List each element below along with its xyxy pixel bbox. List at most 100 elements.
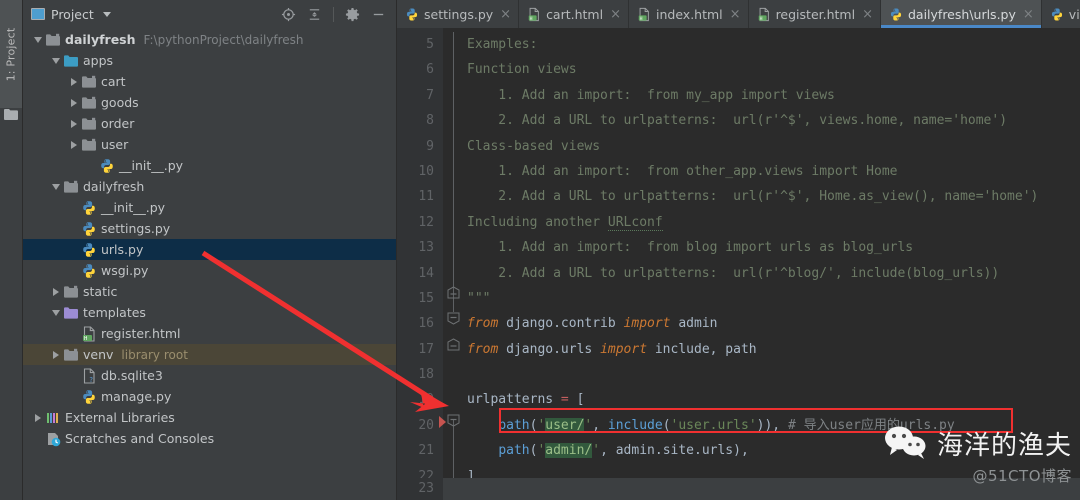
tree-item-user[interactable]: user [23,134,396,155]
editor-tab-bar[interactable]: settings.py × Hcart.html × Hindex.html × Hregi… [397,0,1080,28]
project-panel-title-group[interactable]: Project [31,7,111,22]
editor-tab-cart-html[interactable]: Hcart.html × [519,0,629,28]
tree-item-wsgi-py[interactable]: wsgi.py [23,260,396,281]
folder-icon [63,347,79,363]
project-icon [31,8,45,20]
line-number-gutter: 5 6 7 8 9 10 11 12 13 14 15 16 17 18 19 20 21 22 [397,28,443,500]
line-number-last: 23 [397,478,443,500]
tree-item-cart[interactable]: cart [23,71,396,92]
chevron-down-icon[interactable] [49,180,63,194]
svg-text:H: H [530,15,533,21]
code-text: , [772,417,788,433]
tree-item-static[interactable]: static [23,281,396,302]
tree-item-label: manage.py [101,389,172,404]
tree-item-label: goods [101,95,139,110]
tree-item-goods[interactable]: goods [23,92,396,113]
folder-icon [63,179,79,195]
python-file-icon [405,7,419,22]
code-line-20: path('user/', include('user.urls')), # 导… [465,413,1080,438]
editor-tab-label: register.html [775,6,856,22]
code-text: include, path [647,341,757,357]
tree-item-sublabel: library root [121,347,188,362]
editor-tab-views-py[interactable]: views.py [1042,0,1080,28]
gear-icon[interactable] [345,7,360,22]
tree-item-label: user [101,137,129,152]
code-text: 2. Add a URL to urlpatterns: url(r'^$', … [467,113,1008,129]
collapse-all-icon[interactable] [307,7,322,22]
tree-item-venv[interactable]: venv library root [23,344,396,365]
tree-item-dailyfresh[interactable]: dailyfresh F:\pythonProject\dailyfresh [23,29,396,50]
operator: = [560,392,569,408]
code-text: django.urls [498,341,601,357]
tree-item-urls-py[interactable]: urls.py [23,239,396,260]
close-icon[interactable]: × [1023,8,1034,21]
tree-item-label: dailyfresh [83,179,145,194]
tree-item-order[interactable]: order [23,113,396,134]
close-icon[interactable]: × [610,8,621,21]
code-folding-column[interactable] [439,28,465,500]
folder-template-icon [63,305,79,321]
fold-marker-urlpatterns-start[interactable] [447,414,460,427]
editor-tab-index-html[interactable]: Hindex.html × [629,0,749,28]
tree-item-external-libraries[interactable]: External Libraries [23,407,396,428]
folder-icon [81,95,97,111]
chevron-right-icon[interactable] [67,75,81,89]
folder-source-icon [63,53,79,69]
inline-comment: # 导入user应用的urls.py [787,417,955,433]
tree-item-dailyfresh[interactable]: dailyfresh [23,176,396,197]
folder-icon [81,74,97,90]
tree-item-register-html[interactable]: Hregister.html [23,323,396,344]
tree-item-apps[interactable]: apps [23,50,396,71]
line-number: 8 [426,113,434,129]
fold-marker-imports-a[interactable] [447,312,460,325]
editor-tab-dailyfresh-urls-py[interactable]: dailyfresh\urls.py × [880,0,1042,28]
locate-icon[interactable] [281,7,296,22]
tree-item-label: Scratches and Consoles [65,431,215,446]
scratches-icon [45,431,61,447]
close-icon[interactable]: × [730,8,741,21]
chevron-down-icon[interactable] [49,306,63,320]
fold-marker-docstring-end[interactable] [447,286,460,299]
minimize-icon[interactable] [371,7,386,22]
line-number: 17 [418,341,434,357]
chevron-right-icon[interactable] [67,96,81,110]
chevron-right-icon[interactable] [67,117,81,131]
chevron-right-icon[interactable] [49,285,63,299]
tree-item-manage-py[interactable]: manage.py [23,386,396,407]
code-text-area[interactable]: Examples: Function views 1. Add an impor… [465,28,1080,500]
code-line-15: """ [465,286,1080,311]
tree-item-db-sqlite3[interactable]: ? db.sqlite3 [23,365,396,386]
code-text: , admin.site.urls), [600,443,749,459]
folder-icon [81,137,97,153]
close-icon[interactable]: × [500,8,511,21]
toolbar-divider [333,6,334,22]
html-file-icon: H [527,7,541,22]
line-number: 6 [426,62,434,78]
tree-item-init-py[interactable]: __init__.py [23,197,396,218]
chevron-right-icon[interactable] [49,348,63,362]
python-file-icon [889,7,903,22]
tree-item-label: External Libraries [65,410,175,425]
tree-item-scratches-and-consoles[interactable]: Scratches and Consoles [23,428,396,449]
chevron-down-icon[interactable] [49,54,63,68]
chevron-down-icon[interactable] [31,33,45,47]
tree-item-settings-py[interactable]: settings.py [23,218,396,239]
svg-text:H: H [640,15,643,21]
sidebar-item-project-tab[interactable]: 1: Project [0,0,22,108]
libraries-icon [45,410,61,426]
fold-marker-imports-b[interactable] [447,338,460,351]
project-file-tree[interactable]: dailyfresh F:\pythonProject\dailyfresh app… [23,28,396,500]
line-number: 19 [418,392,434,408]
chevron-down-icon[interactable] [102,11,111,17]
db-file-icon: ? [81,367,97,384]
chevron-right-icon[interactable] [67,138,81,152]
keyword: from [467,316,499,332]
code-editor[interactable]: 5 6 7 8 9 10 11 12 13 14 15 16 17 18 19 20 21 22 [397,28,1080,500]
close-icon[interactable]: × [862,8,873,21]
chevron-right-icon[interactable] [31,411,45,425]
tree-item-templates[interactable]: templates [23,302,396,323]
editor-tab-register-html[interactable]: Hregister.html × [749,0,881,28]
code-line-17: from django.urls import include, path [465,337,1080,362]
editor-tab-settings-py[interactable]: settings.py × [397,0,520,28]
tree-item-init-py[interactable]: __init__.py [23,155,396,176]
